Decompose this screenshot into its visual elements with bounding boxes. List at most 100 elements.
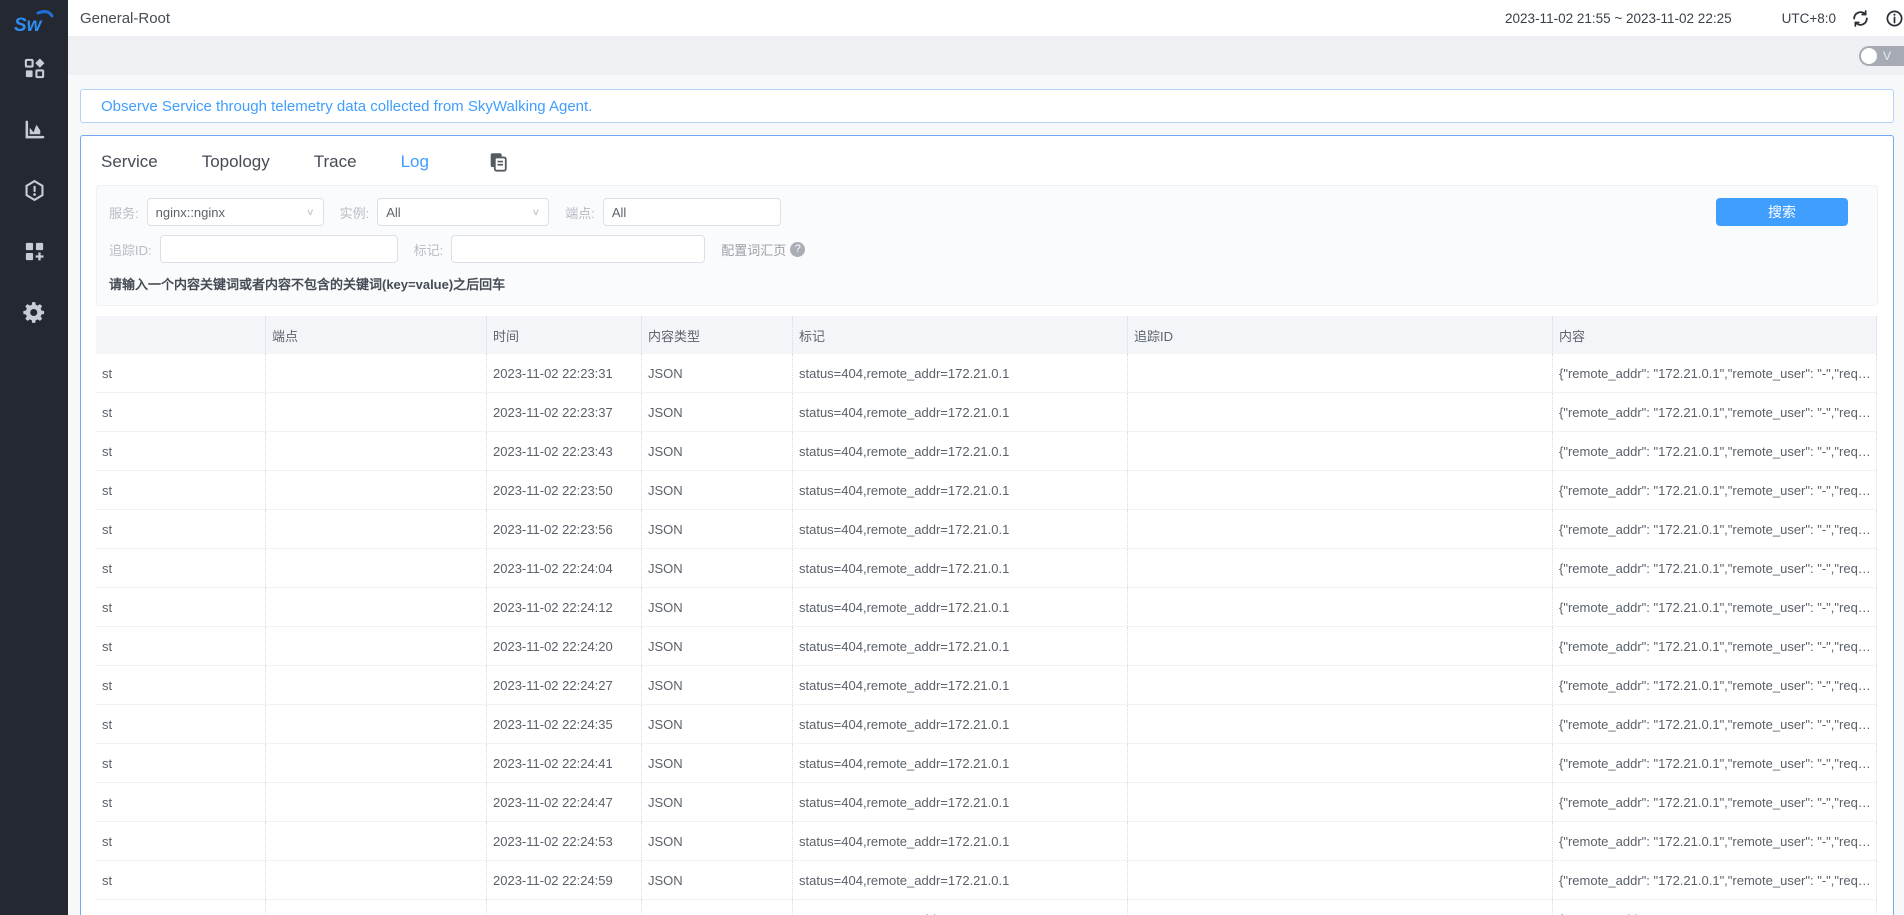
table-row[interactable]: st 2023-11-02 22:24:12 JSON status=404,r… <box>96 588 1877 627</box>
tabs-row: Service Topology Trace Log <box>81 136 1893 179</box>
banner-link[interactable]: Observe Service through telemetry data c… <box>101 98 592 115</box>
alarm-icon[interactable] <box>0 160 68 221</box>
column-header-service[interactable] <box>96 316 266 354</box>
cell-content: {"remote_addr": "172.21.0.1","remote_use… <box>1553 861 1877 899</box>
cell-endpoint <box>266 432 487 470</box>
cell-endpoint <box>266 666 487 704</box>
cell-tags: status=404,remote_addr=172.21.0.1 <box>793 744 1128 782</box>
secondary-toolbar: V <box>68 37 1904 75</box>
column-header-endpoint[interactable]: 端点 <box>266 316 487 354</box>
tag-input[interactable] <box>451 235 705 263</box>
cell-trace-id <box>1128 900 1553 915</box>
tab-topology[interactable]: Topology <box>202 152 270 172</box>
cell-content: {"remote_addr": "172.21.0.1","remote_use… <box>1553 393 1877 431</box>
widgets-icon[interactable] <box>0 221 68 282</box>
table-row[interactable]: st 2023-11-02 22:24:41 JSON status=404,r… <box>96 744 1877 783</box>
skywalking-logo[interactable]: Sw <box>12 6 56 38</box>
tab-log[interactable]: Log <box>401 152 429 172</box>
table-row[interactable]: st 2023-11-02 22:25:05 JSON status=404,r… <box>96 900 1877 915</box>
cell-content: {"remote_addr": "172.21.0.1","remote_use… <box>1553 822 1877 860</box>
cell-endpoint <box>266 354 487 392</box>
tab-trace[interactable]: Trace <box>314 152 357 172</box>
cell-content: {"remote_addr": "172.21.0.1","remote_use… <box>1553 705 1877 743</box>
cell-content-type: JSON <box>642 666 793 704</box>
cell-time: 2023-11-02 22:23:43 <box>487 432 642 470</box>
log-table: 端点 时间 内容类型 标记 追踪ID 内容 st 2023-11-02 22:2… <box>96 316 1877 915</box>
cell-time: 2023-11-02 22:24:53 <box>487 822 642 860</box>
logo-text: Sw <box>14 15 43 36</box>
table-row[interactable]: st 2023-11-02 22:23:43 JSON status=404,r… <box>96 432 1877 471</box>
tag-label: 标记: <box>414 240 444 259</box>
cell-time: 2023-11-02 22:23:56 <box>487 510 642 548</box>
cell-content: {"remote_addr": "172.21.0.1","remote_use… <box>1553 627 1877 665</box>
table-row[interactable]: st 2023-11-02 22:24:27 JSON status=404,r… <box>96 666 1877 705</box>
cell-content-type: JSON <box>642 822 793 860</box>
toggle-label: V <box>1883 49 1891 63</box>
marketplace-icon[interactable] <box>0 99 68 160</box>
copy-icon[interactable] <box>487 151 509 173</box>
cell-service: st <box>96 861 266 899</box>
cell-endpoint <box>266 393 487 431</box>
cell-tags: status=404,remote_addr=172.21.0.1 <box>793 354 1128 392</box>
instance-select[interactable]: All ∨ <box>377 198 549 226</box>
cell-endpoint <box>266 510 487 548</box>
trace-id-label: 追踪ID: <box>109 240 152 259</box>
cell-content-type: JSON <box>642 783 793 821</box>
refresh-icon[interactable] <box>1850 8 1870 28</box>
dashboard-icon[interactable] <box>0 38 68 99</box>
sidebar: Sw <box>0 0 68 915</box>
tab-service[interactable]: Service <box>101 152 158 172</box>
table-row[interactable]: st 2023-11-02 22:24:53 JSON status=404,r… <box>96 822 1877 861</box>
cell-service: st <box>96 588 266 626</box>
service-select[interactable]: nginx::nginx ∨ <box>147 198 324 226</box>
cell-service: st <box>96 393 266 431</box>
endpoint-input[interactable]: All <box>603 198 781 226</box>
time-range-picker[interactable]: 2023-11-02 21:55 ~ 2023-11-02 22:25 <box>1505 11 1732 26</box>
table-row[interactable]: st 2023-11-02 22:24:47 JSON status=404,r… <box>96 783 1877 822</box>
cell-endpoint <box>266 822 487 860</box>
cell-endpoint <box>266 471 487 509</box>
table-row[interactable]: st 2023-11-02 22:24:04 JSON status=404,r… <box>96 549 1877 588</box>
cell-content: {"remote_addr": "172.21.0.1","remote_use… <box>1553 744 1877 782</box>
cell-content: {"remote_addr": "172.21.0.1","remote_use… <box>1553 900 1877 915</box>
cell-time: 2023-11-02 22:24:59 <box>487 861 642 899</box>
column-header-tags[interactable]: 标记 <box>793 316 1128 354</box>
cell-service: st <box>96 822 266 860</box>
endpoint-label: 端点: <box>565 203 595 222</box>
cell-content: {"remote_addr": "172.21.0.1","remote_use… <box>1553 432 1877 470</box>
cell-tags: status=404,remote_addr=172.21.0.1 <box>793 822 1128 860</box>
column-header-content-type[interactable]: 内容类型 <box>642 316 793 354</box>
column-header-content[interactable]: 内容 <box>1553 316 1877 354</box>
help-question-icon[interactable]: ? <box>790 242 805 257</box>
cell-trace-id <box>1128 588 1553 626</box>
table-row[interactable]: st 2023-11-02 22:23:56 JSON status=404,r… <box>96 510 1877 549</box>
cell-time: 2023-11-02 22:24:35 <box>487 705 642 743</box>
table-row[interactable]: st 2023-11-02 22:24:35 JSON status=404,r… <box>96 705 1877 744</box>
cell-time: 2023-11-02 22:24:12 <box>487 588 642 626</box>
cell-content: {"remote_addr": "172.21.0.1","remote_use… <box>1553 783 1877 821</box>
cell-service: st <box>96 783 266 821</box>
column-header-trace-id[interactable]: 追踪ID <box>1128 316 1553 354</box>
cell-content-type: JSON <box>642 393 793 431</box>
cell-time: 2023-11-02 22:24:27 <box>487 666 642 704</box>
cell-service: st <box>96 666 266 704</box>
filter-row-2: 追踪ID: 标记: 配置词汇页 ? <box>109 235 1863 263</box>
cell-content-type: JSON <box>642 510 793 548</box>
table-row[interactable]: st 2023-11-02 22:24:59 JSON status=404,r… <box>96 861 1877 900</box>
trace-id-input[interactable] <box>160 235 398 263</box>
table-row[interactable]: st 2023-11-02 22:23:50 JSON status=404,r… <box>96 471 1877 510</box>
table-row[interactable]: st 2023-11-02 22:23:31 JSON status=404,r… <box>96 354 1877 393</box>
toggle-knob <box>1861 48 1877 64</box>
cell-content-type: JSON <box>642 627 793 665</box>
cell-time: 2023-11-02 22:23:50 <box>487 471 642 509</box>
column-header-time[interactable]: 时间 <box>487 316 642 354</box>
table-row[interactable]: st 2023-11-02 22:23:37 JSON status=404,r… <box>96 393 1877 432</box>
config-vocabulary-link[interactable]: 配置词汇页 <box>721 240 786 259</box>
search-button[interactable]: 搜索 <box>1716 198 1848 226</box>
cell-service: st <box>96 705 266 743</box>
view-toggle-switch[interactable]: V <box>1859 46 1904 66</box>
table-row[interactable]: st 2023-11-02 22:24:20 JSON status=404,r… <box>96 627 1877 666</box>
content: Observe Service through telemetry data c… <box>68 75 1904 915</box>
gear-icon[interactable] <box>0 282 68 343</box>
info-icon[interactable] <box>1884 8 1904 28</box>
